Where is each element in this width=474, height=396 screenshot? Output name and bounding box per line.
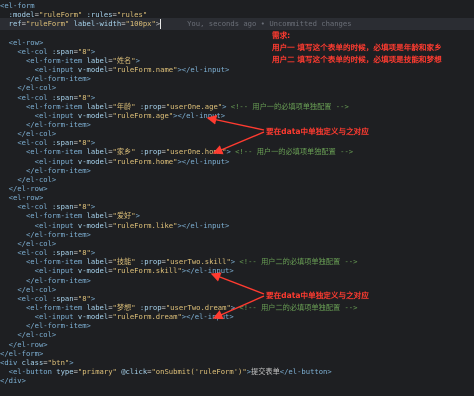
code-line[interactable]: </div> [0,375,474,387]
requirement-title: 需求: [272,31,291,40]
annotation-user1-data: 要在data中单独定义与之对应 [266,127,369,136]
requirement-user1: 用户一 填写这个表单的时候，必填项是年龄和家乡 [272,43,442,52]
requirement-user2: 用户二 填写这个表单的时候，必填项是技能和梦想 [272,55,442,64]
annotation-user2-data: 要在data中单独定义与之对应 [266,291,369,300]
requirement-note: 需求: 用户一 填写这个表单的时候，必填项是年龄和家乡 用户二 填写这个表单的时… [272,30,472,66]
code-token: </div> [0,376,26,386]
